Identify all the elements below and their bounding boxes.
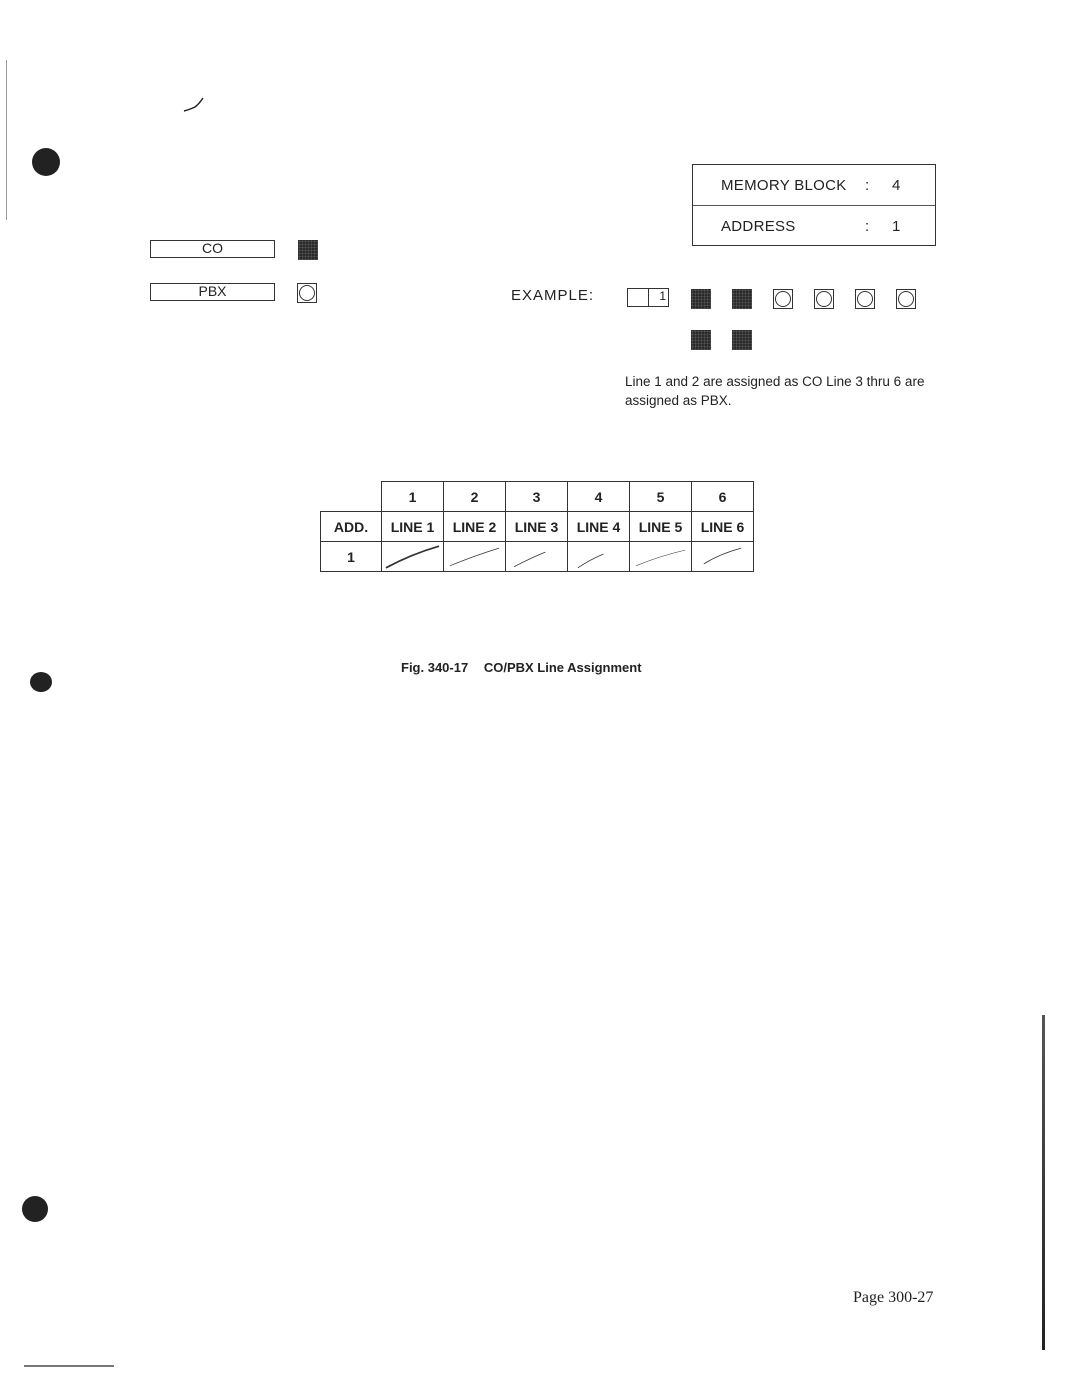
header-row: ADD. LINE 1 LINE 2 LINE 3 LINE 4 LINE 5 … — [320, 511, 754, 542]
lamp-lit-icon — [732, 289, 752, 309]
scan-edge — [1042, 1015, 1045, 1350]
line-assignment-cell — [443, 541, 506, 572]
slash-mark-icon — [577, 553, 604, 569]
separator: : — [865, 218, 870, 235]
line-header: LINE 5 — [629, 511, 692, 542]
line-header: LINE 4 — [567, 511, 630, 542]
memory-block-row: MEMORY BLOCK : 4 — [693, 165, 935, 205]
column-number-row: 1 2 3 4 5 6 — [320, 481, 754, 512]
figure-title: CO/PBX Line Assignment — [483, 660, 642, 675]
lamp-unlit-icon — [297, 283, 317, 303]
column-number: 3 — [505, 481, 568, 512]
line-assignment-cell — [629, 541, 692, 572]
line-assignment-cell — [381, 541, 444, 572]
punch-hole — [32, 148, 60, 176]
figure-caption: Fig. 340-17 CO/PBX Line Assignment — [401, 660, 642, 675]
column-number: 6 — [691, 481, 754, 512]
lamp-unlit-icon — [896, 289, 916, 309]
column-number: 5 — [629, 481, 692, 512]
line-assignment-cell — [691, 541, 754, 572]
pen-mark — [183, 97, 204, 112]
address-label: ADDRESS — [721, 218, 796, 235]
page-number: Page 300-27 — [853, 1289, 934, 1306]
table-row: 1 — [320, 541, 754, 572]
address-digit: 1 — [659, 289, 666, 303]
line-assignment-cell — [567, 541, 630, 572]
punch-hole — [30, 672, 52, 692]
address-row: ADDRESS : 1 — [693, 205, 935, 246]
address-digit — [628, 289, 649, 306]
legend-pbx-label: PBX — [150, 283, 275, 301]
line-header: LINE 6 — [691, 511, 754, 542]
line-assignment-table: 1 2 3 4 5 6 ADD. LINE 1 LINE 2 LINE 3 LI… — [320, 481, 754, 572]
scan-edge — [6, 60, 7, 220]
slash-mark-icon — [385, 545, 440, 569]
slash-mark-icon — [449, 547, 500, 567]
example-note: Line 1 and 2 are assigned as CO Line 3 t… — [625, 374, 925, 408]
line-header: LINE 2 — [443, 511, 506, 542]
address-cell: 1 — [320, 541, 382, 572]
address-header: ADD. — [320, 511, 382, 542]
scan-edge — [24, 1365, 114, 1367]
lamp-lit-icon — [298, 240, 318, 260]
column-number: 1 — [381, 481, 444, 512]
blank-cell — [320, 481, 382, 512]
lamp-unlit-icon — [855, 289, 875, 309]
memory-block-value: 4 — [892, 177, 901, 194]
column-number: 4 — [567, 481, 630, 512]
address-value: 1 — [892, 218, 901, 235]
lamp-unlit-icon — [773, 289, 793, 309]
lamp-unlit-icon — [814, 289, 834, 309]
memory-info-box: MEMORY BLOCK : 4 ADDRESS : 1 — [692, 164, 936, 246]
line-header: LINE 3 — [505, 511, 568, 542]
figure-number: Fig. 340-17 — [401, 660, 469, 675]
legend-co-label: CO — [150, 240, 275, 258]
line-header: LINE 1 — [381, 511, 444, 542]
lamp-lit-icon — [732, 330, 752, 350]
lamp-lit-icon — [691, 330, 711, 350]
lamp-lit-icon — [691, 289, 711, 309]
memory-block-label: MEMORY BLOCK — [721, 177, 847, 194]
example-label: EXAMPLE: — [511, 287, 595, 304]
separator: : — [865, 177, 870, 194]
example-address-display: 1 — [627, 288, 669, 307]
column-number: 2 — [443, 481, 506, 512]
slash-mark-icon — [513, 551, 546, 568]
slash-mark-icon — [703, 547, 742, 565]
punch-hole — [22, 1196, 48, 1222]
slash-mark-icon — [635, 549, 686, 567]
line-assignment-cell — [505, 541, 568, 572]
